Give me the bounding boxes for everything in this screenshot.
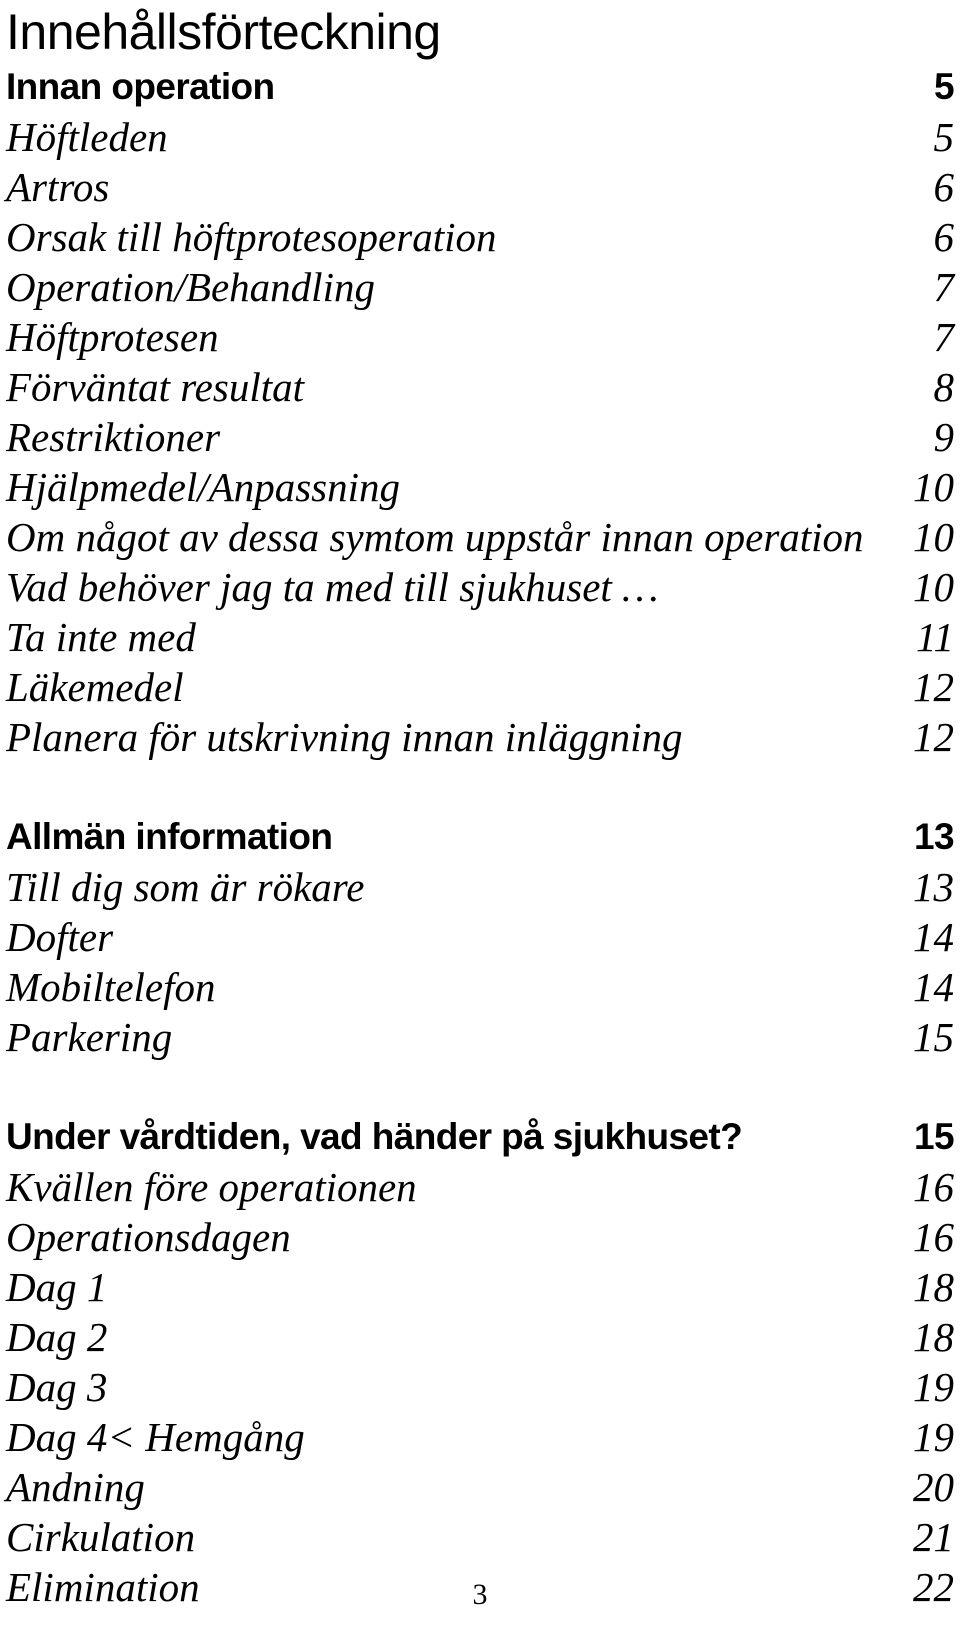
toc-entry-page-number: 20	[913, 1464, 954, 1510]
toc-body: Innan operation 5 Höftleden 5 Artros 6 Orsak t…	[6, 62, 955, 1612]
toc-entry-label: Restriktioner	[6, 414, 221, 460]
toc-entry-label: Vad behöver jag ta med till sjukhuset …	[6, 564, 659, 610]
table-of-contents: Innehållsförteckning Innan operation 5 Höf…	[6, 4, 955, 1612]
document-page: Innehållsförteckning Innan operation 5 Höf…	[0, 0, 960, 1634]
toc-entry[interactable]: Planera för utskrivning innan inläggning…	[6, 712, 954, 762]
toc-entry-label: Dag 2	[6, 1314, 108, 1360]
toc-entry-label: Ta inte med	[6, 614, 196, 660]
page-number-folio: 3	[472, 1578, 488, 1611]
toc-entry[interactable]: Dag 3 19	[6, 1362, 954, 1412]
toc-entry-label: Mobiltelefon	[6, 964, 216, 1010]
toc-entry-label: Kvällen före operationen	[6, 1164, 417, 1210]
toc-entry-label: Dag 3	[6, 1364, 108, 1410]
toc-section-label: Under vårdtiden, vad händer på sjukhuset…	[6, 1116, 743, 1157]
toc-entry-label: Dofter	[6, 914, 114, 960]
toc-entry-page-number: 14	[913, 914, 954, 960]
toc-entry-page-number: 21	[913, 1514, 954, 1560]
toc-entry[interactable]: Dofter 14	[6, 912, 954, 962]
toc-entry-label: Andning	[6, 1464, 145, 1510]
toc-entry[interactable]: Höftprotesen 7	[6, 312, 954, 362]
toc-entry-page-number: 16	[913, 1214, 954, 1260]
toc-entry-page-number: 11	[916, 614, 954, 660]
toc-group-spacer	[6, 762, 954, 812]
toc-entry-page-number: 15	[913, 1014, 954, 1060]
toc-entry-page-number: 10	[913, 464, 954, 510]
toc-entry-label: Höftprotesen	[6, 314, 219, 360]
toc-section-label: Allmän information	[6, 816, 333, 857]
toc-entry-page-number: 19	[913, 1414, 954, 1460]
toc-entry[interactable]: Läkemedel 12	[6, 662, 954, 712]
toc-entry-page-number: 10	[913, 514, 954, 560]
toc-entry-label: Höftleden	[6, 114, 168, 160]
toc-entry-page-number: 19	[913, 1364, 954, 1410]
toc-entry[interactable]: Hjälpmedel/Anpassning 10	[6, 462, 954, 512]
toc-entry-page-number: 7	[933, 264, 955, 310]
toc-entry[interactable]: Dag 4< Hemgång 19	[6, 1412, 954, 1462]
toc-entry-page-number: 14	[913, 964, 954, 1010]
toc-entry[interactable]: Orsak till höftprotesoperation 6	[6, 212, 954, 262]
toc-entry[interactable]: Restriktioner 9	[6, 412, 954, 462]
toc-entry[interactable]: Mobiltelefon 14	[6, 962, 954, 1012]
toc-entry-page-number: 10	[913, 564, 954, 610]
toc-entry-page-number: 18	[913, 1264, 954, 1310]
toc-entry-label: Läkemedel	[6, 664, 184, 710]
toc-section-heading-under-vardtiden[interactable]: Under vårdtiden, vad händer på sjukhuset…	[6, 1112, 955, 1162]
toc-entry[interactable]: Artros 6	[6, 162, 954, 212]
toc-section-page-number: 13	[914, 816, 955, 857]
toc-entry[interactable]: Operation/Behandling 7	[6, 262, 954, 312]
toc-entry[interactable]: Kvällen före operationen 16	[6, 1162, 954, 1212]
toc-entry-page-number: 12	[913, 664, 954, 710]
toc-section-label: Innan operation	[6, 66, 275, 107]
toc-entry-page-number: 8	[933, 364, 955, 410]
toc-section-page-number: 15	[914, 1116, 955, 1157]
toc-entry[interactable]: Om något av dessa symtom uppstår innan o…	[6, 512, 954, 562]
toc-entry[interactable]: Vad behöver jag ta med till sjukhuset … 1…	[6, 562, 954, 612]
toc-entry-label: Planera för utskrivning innan inläggning	[6, 714, 683, 760]
toc-entry-page-number: 7	[933, 314, 955, 360]
toc-entry-label: Orsak till höftprotesoperation	[6, 214, 497, 260]
toc-entry-label: Förväntat resultat	[6, 364, 304, 410]
toc-entry-label: Till dig som är rökare	[6, 864, 365, 910]
toc-entry[interactable]: Cirkulation 21	[6, 1512, 954, 1562]
toc-entry-label: Dag 1	[6, 1264, 108, 1310]
toc-entry-label: Operationsdagen	[6, 1214, 291, 1260]
toc-entry[interactable]: Andning 20	[6, 1462, 954, 1512]
toc-section-heading-allman-information[interactable]: Allmän information 13	[6, 812, 955, 862]
toc-entry-label: Artros	[6, 164, 110, 210]
toc-entry[interactable]: Ta inte med 11	[6, 612, 954, 662]
toc-entry[interactable]: Dag 2 18	[6, 1312, 954, 1362]
toc-entry-label: Om något av dessa symtom uppstår innan o…	[6, 514, 864, 560]
toc-entry[interactable]: Dag 1 18	[6, 1262, 954, 1312]
toc-entry-label: Operation/Behandling	[6, 264, 375, 310]
toc-entry-page-number: 6	[933, 164, 955, 210]
toc-section-page-number: 5	[934, 66, 955, 107]
toc-entry[interactable]: Förväntat resultat 8	[6, 362, 954, 412]
toc-entry-page-number: 5	[933, 114, 955, 160]
toc-entry-label: Dag 4< Hemgång	[6, 1414, 305, 1460]
toc-entry-page-number: 18	[913, 1314, 954, 1360]
toc-entry-label: Parkering	[6, 1014, 173, 1060]
toc-entry[interactable]: Operationsdagen 16	[6, 1212, 954, 1262]
toc-entry[interactable]: Till dig som är rökare 13	[6, 862, 954, 912]
toc-entry-page-number: 13	[913, 864, 954, 910]
toc-entry[interactable]: Höftleden 5	[6, 112, 954, 162]
toc-entry-page-number: 6	[933, 214, 955, 260]
toc-entry-page-number: 9	[933, 414, 955, 460]
toc-entry[interactable]: Parkering 15	[6, 1012, 954, 1062]
page-title: Innehållsförteckning	[6, 4, 441, 60]
toc-entry-label: Hjälpmedel/Anpassning	[6, 464, 401, 510]
toc-entry-page-number: 16	[913, 1164, 954, 1210]
toc-entry-page-number: 12	[913, 714, 954, 760]
toc-section-heading-innan-operation[interactable]: Innan operation 5	[6, 62, 955, 112]
toc-entry-label: Cirkulation	[6, 1514, 196, 1560]
toc-group-spacer	[6, 1062, 954, 1112]
